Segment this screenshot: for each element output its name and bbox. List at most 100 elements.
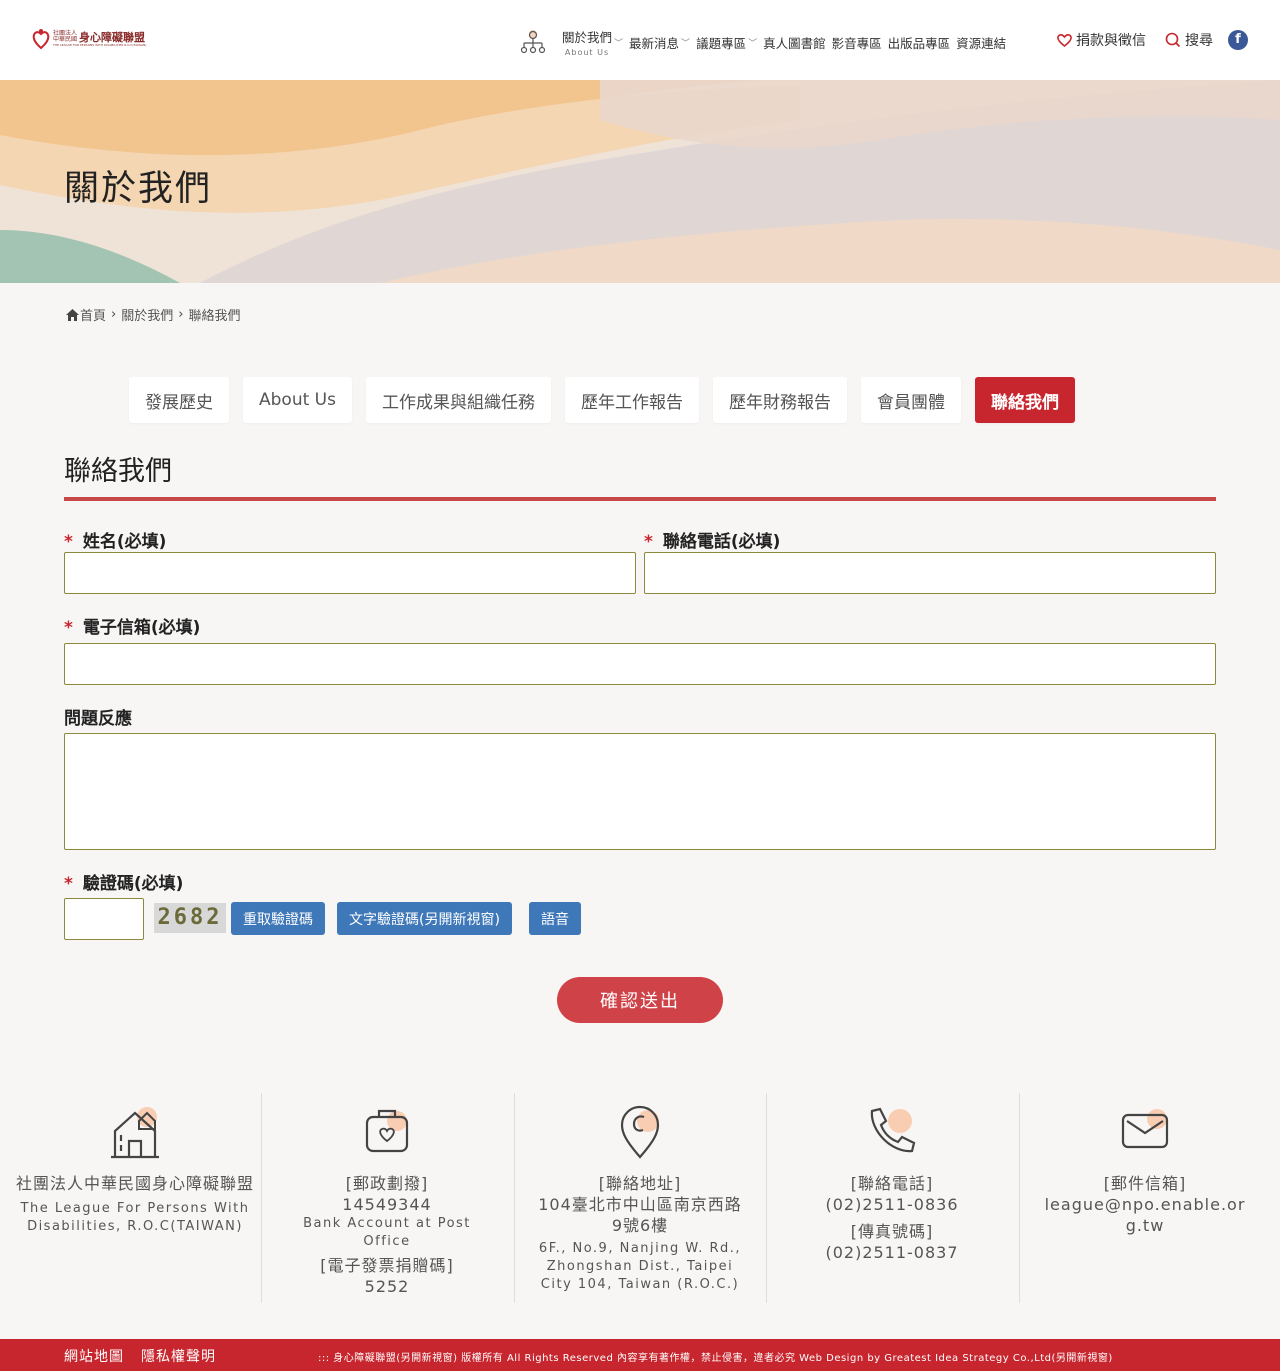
email-title: [郵件信箱] [1103,1174,1187,1193]
nav-about[interactable]: 關於我們 About Us ﹀ [562,27,623,57]
footer-org-name-en: The League For Persons With Disabilities… [20,1201,250,1234]
chevron-right-icon: › [111,307,117,322]
section-tabs: 發展歷史 About Us 工作成果與組織任務 歷年工作報告 歷年財務報告 會員… [129,377,1089,423]
tab-contact-us[interactable]: 聯絡我們 [974,377,1075,423]
postal-account-en: Bank Account at Post Office [303,1216,471,1249]
nav-video[interactable]: 影音專區 [832,33,882,52]
email-address[interactable]: league@npo.enable.org.tw [1019,1194,1271,1236]
invoice-title: [電子發票捐贈碼] [320,1256,454,1275]
donate-label: 捐款與徵信 [1076,33,1146,49]
nav-publications[interactable]: 出版品專區 [888,33,951,52]
address-title: [聯絡地址] [598,1174,682,1193]
address-zh: 104臺北市中山區南京西路9號6樓 [538,1195,742,1235]
breadcrumb-home[interactable]: 首頁 [80,305,106,324]
nav-resources[interactable]: 資源連結 [956,33,1006,52]
captcha-image: 2682 [154,903,226,933]
phone-icon [870,1107,916,1153]
wallet-icon [365,1109,409,1153]
footer-org-name: 社團法人中華民國身心障礙聯盟 [15,1174,254,1193]
donate-link[interactable]: 捐款與徵信 [1056,30,1146,50]
nav-issues[interactable]: 議題專區 ﹀ [696,33,757,52]
chevron-right-icon: › [178,307,184,322]
name-label-text: 姓名(必填) [82,532,167,552]
footer-postal: [郵政劃撥] 14549344 Bank Account at Post Off… [261,1093,513,1303]
heart-icon [1057,33,1072,48]
nav-resources-label: 資源連結 [956,35,1007,51]
address-en: 6F., No.9, Nanjing W. Rd., Zhongshan Dis… [538,1241,742,1292]
phone-input[interactable] [644,552,1216,594]
logo-text: 社團法人 中華民國 身心障礙聯盟 THE LEAGUE FOR PERSONS … [53,31,146,47]
name-input[interactable] [64,552,636,594]
nav-about-label: 關於我們 [562,30,613,45]
site-footer: 網站地圖 隱私權聲明 ::: 身心障礙聯盟(另開新視窗) 版權所有 All Ri… [0,1339,1280,1371]
sitemap-link[interactable]: 網站地圖 [64,1346,124,1366]
logo-heart-icon [32,29,50,50]
copyright-text: ::: 身心障礙聯盟(另開新視窗) 版權所有 All Rights Reserv… [318,1353,1113,1364]
org-chart-icon [520,30,546,54]
nav-about-sub: About Us [564,48,610,57]
required-mark: * [64,618,73,638]
chevron-down-icon: ﹀ [614,38,624,49]
phone-label-text: 聯絡電話(必填) [662,532,781,552]
required-mark: * [64,874,73,894]
feedback-label: 問題反應 [64,709,132,729]
email-input[interactable] [64,643,1216,685]
nav-news[interactable]: 最新消息 ﹀ [629,33,690,52]
nav-human-library-label: 真人圖書館 [763,35,826,51]
section-heading: 聯絡我們 [64,456,172,487]
tab-about-us[interactable]: About Us [243,377,352,423]
nav-human-library[interactable]: 真人圖書館 [763,33,826,52]
captcha-label-text: 驗證碼(必填) [82,874,184,894]
envelope-icon [1121,1109,1169,1149]
required-mark: * [644,532,653,552]
search-label: 搜尋 [1185,33,1213,49]
email-label: * 電子信箱(必填) [64,613,200,638]
feedback-textarea[interactable] [64,733,1216,850]
postal-title: [郵政劃撥] [345,1174,429,1193]
breadcrumb-current: 聯絡我們 [188,309,241,324]
privacy-link[interactable]: 隱私權聲明 [141,1346,216,1366]
page-banner: 關於我們 [0,80,1280,283]
phone-title: [聯絡電話] [850,1174,934,1193]
breadcrumb-about[interactable]: 關於我們 [121,305,173,324]
breadcrumb: 首頁 › 關於我們 › 聯絡我們 [65,305,240,324]
site-logo[interactable]: 社團法人 中華民國 身心障礙聯盟 THE LEAGUE FOR PERSONS … [32,28,146,50]
heading-divider [64,497,1216,501]
house-icon [111,1107,159,1159]
tab-annual-reports[interactable]: 歷年工作報告 [564,377,699,423]
tab-member-groups[interactable]: 會員團體 [860,377,961,423]
search-icon [1165,32,1181,48]
text-captcha-button[interactable]: 文字驗證碼(另開新視窗) [337,902,512,935]
footer-org: 社團法人中華民國身心障礙聯盟 The League For Persons Wi… [9,1093,261,1303]
fax-title: [傳真號碼] [850,1222,934,1241]
facebook-icon[interactable]: f [1228,30,1248,50]
site-header: 社團法人 中華民國 身心障礙聯盟 THE LEAGUE FOR PERSONS … [0,0,1280,80]
invoice-code: 5252 [364,1277,410,1296]
search-link[interactable]: 搜尋 [1165,30,1213,50]
name-label: * 姓名(必填) [64,527,166,552]
main-nav: 關於我們 About Us ﹀ 最新消息 ﹀ 議題專區 ﹀ 真人圖書館 影音專區 出版… [518,22,1012,62]
audio-captcha-button[interactable]: 語音 [529,902,581,935]
tab-achievements[interactable]: 工作成果與組織任務 [365,377,551,423]
chevron-down-icon: ﹀ [748,38,758,49]
captcha-input[interactable] [64,898,144,940]
footer-phone: [聯絡電話] (02)2511-0836 [傳真號碼] (02)2511-083… [766,1093,1018,1303]
submit-button[interactable]: 確認送出 [557,977,723,1023]
nav-video-label: 影音專區 [831,35,882,51]
tab-financial-reports[interactable]: 歷年財務報告 [712,377,847,423]
page-title: 關於我們 [64,169,213,209]
refresh-captcha-button[interactable]: 重取驗證碼 [231,902,325,935]
phone-number[interactable]: (02)2511-0836 [766,1194,1018,1215]
footer-address: [聯絡地址] 104臺北市中山區南京西路9號6樓 6F., No.9, Nanj… [514,1093,766,1303]
phone-label: * 聯絡電話(必填) [644,527,780,552]
chevron-down-icon: ﹀ [681,38,691,49]
nav-issues-label: 議題專區 [696,35,747,51]
location-pin-icon [620,1105,660,1159]
nav-publications-label: 出版品專區 [887,35,951,51]
postal-account: 14549344 [342,1195,432,1214]
captcha-label: * 驗證碼(必填) [64,869,183,894]
tab-history[interactable]: 發展歷史 [129,377,229,423]
nav-news-label: 最新消息 [629,35,680,51]
footer-email: [郵件信箱] league@npo.enable.org.tw [1019,1093,1271,1303]
logo-title: 身心障礙聯盟 [79,30,146,44]
